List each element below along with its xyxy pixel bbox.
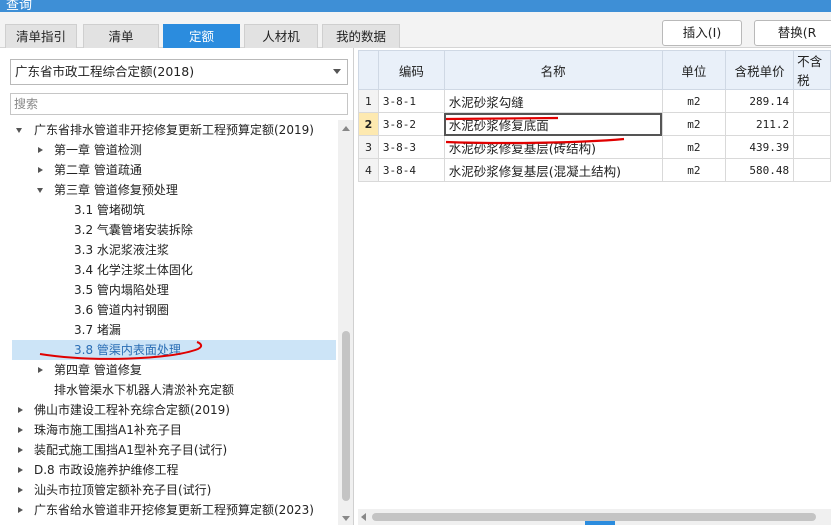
title-bar: 查询	[0, 0, 831, 12]
table-row[interactable]: 4 3-8-4 水泥砂浆修复基层(混凝土结构) m2 580.48	[358, 158, 831, 182]
cell-price-excl[interactable]	[793, 89, 831, 113]
tree-node[interactable]: 第三章 管道修复预处理	[14, 180, 336, 200]
row-index: 3	[358, 135, 379, 159]
tree-node[interactable]: 3.1 管堵砌筑	[14, 200, 336, 220]
cell-price[interactable]: 580.48	[725, 158, 795, 182]
scrollbar-thumb[interactable]	[342, 331, 350, 501]
tree-node[interactable]: 3.2 气囊管堵安装拆除	[14, 220, 336, 240]
quota-library-select[interactable]: 广东省市政工程综合定额(2018)	[10, 59, 348, 85]
scroll-up-icon[interactable]	[342, 126, 350, 131]
cell-name[interactable]: 水泥砂浆勾缝	[443, 89, 663, 113]
col-header-price-excl-tax[interactable]: 不含税	[793, 50, 831, 90]
tree-node[interactable]: 排水管渠水下机器人清淤补充定额	[14, 380, 336, 400]
tree-node[interactable]: 第二章 管道疏通	[14, 160, 336, 180]
tab-list-guide[interactable]: 清单指引	[5, 24, 77, 48]
scroll-left-icon[interactable]	[361, 513, 366, 521]
table-row[interactable]: 1 3-8-1 水泥砂浆勾缝 m2 289.14	[358, 89, 831, 113]
cell-name-current[interactable]: 水泥砂浆修复底面	[443, 112, 663, 136]
tree-node[interactable]: 广东省给水管道非开挖修复更新工程预算定额(2023)	[14, 500, 336, 520]
scroll-down-icon[interactable]	[342, 516, 350, 521]
tree-node[interactable]: 装配式施工围挡A1型补充子目(试行)	[14, 440, 336, 460]
col-header-name[interactable]: 名称	[443, 50, 663, 90]
cell-name[interactable]: 水泥砂浆修复基层(砖结构)	[443, 135, 663, 159]
tree-node[interactable]: 汕头市拉顶管定额补充子目(试行)	[14, 480, 336, 500]
tree-node[interactable]: 3.4 化学注浆土体固化	[14, 260, 336, 280]
quota-tree-panel: 广东省市政工程综合定额(2018) 广东省排水管道非开挖修复更新工程预算定额(2…	[0, 48, 354, 525]
col-header-price-incl-tax[interactable]: 含税单价	[725, 50, 795, 90]
search-input[interactable]	[10, 93, 348, 115]
row-index: 4	[358, 158, 379, 182]
cell-name[interactable]: 水泥砂浆修复基层(混凝土结构)	[443, 158, 663, 182]
expand-icon[interactable]	[18, 467, 23, 473]
tree-node[interactable]: D.8 市政设施养护维修工程	[14, 460, 336, 480]
tab-quota[interactable]: 定额	[163, 24, 240, 48]
row-index: 2	[358, 112, 379, 136]
tab-my-data[interactable]: 我的数据	[322, 24, 400, 48]
tree-vertical-scrollbar[interactable]	[338, 120, 353, 525]
tree-node[interactable]: 3.5 管内塌陷处理	[14, 280, 336, 300]
insert-button[interactable]: 插入(I)	[662, 20, 742, 46]
tab-list[interactable]: 清单	[83, 24, 159, 48]
tree-node[interactable]: 第四章 管道修复	[14, 360, 336, 380]
cell-price[interactable]: 211.2	[725, 112, 795, 136]
table-row[interactable]: 3 3-8-3 水泥砂浆修复基层(砖结构) m2 439.39	[358, 135, 831, 159]
quota-tree: 广东省排水管道非开挖修复更新工程预算定额(2019) 第一章 管道检测 第二章 …	[0, 120, 338, 525]
cell-unit[interactable]: m2	[661, 135, 727, 159]
cell-unit[interactable]: m2	[661, 158, 727, 182]
cell-code[interactable]: 3-8-2	[377, 112, 445, 136]
table-row[interactable]: 2 3-8-2 水泥砂浆修复底面 m2 211.2	[358, 112, 831, 136]
grid-header-row: 编码 名称 单位 含税单价 不含税	[358, 50, 831, 90]
chevron-down-icon[interactable]	[333, 69, 341, 74]
splitter-handle[interactable]	[585, 521, 615, 525]
expand-icon[interactable]	[38, 167, 43, 173]
expand-icon[interactable]	[38, 367, 43, 373]
tree-node[interactable]: 广东省排水管道非开挖修复更新工程预算定额(2019)	[14, 120, 336, 140]
tree-node[interactable]: 3.6 管道内衬钢圈	[14, 300, 336, 320]
tab-bar: 清单指引 清单 定额 人材机 我的数据 插入(I) 替换(R	[0, 12, 831, 48]
cell-price[interactable]: 439.39	[725, 135, 795, 159]
collapse-icon[interactable]	[37, 188, 43, 193]
cell-price[interactable]: 289.14	[725, 89, 795, 113]
cell-code[interactable]: 3-8-3	[377, 135, 445, 159]
expand-icon[interactable]	[18, 447, 23, 453]
tree-node[interactable]: 第一章 管道检测	[14, 140, 336, 160]
tree-node[interactable]: 珠海市施工围挡A1补充子目	[14, 420, 336, 440]
expand-icon[interactable]	[18, 407, 23, 413]
tree-node[interactable]: 佛山市建设工程补充综合定额(2019)	[14, 400, 336, 420]
cell-price-excl[interactable]	[793, 135, 831, 159]
window-title: 查询	[6, 0, 33, 12]
expand-icon[interactable]	[18, 507, 23, 513]
quota-library-value: 广东省市政工程综合定额(2018)	[15, 64, 195, 79]
scrollbar-thumb[interactable]	[372, 513, 816, 521]
cell-unit[interactable]: m2	[661, 89, 727, 113]
cell-price-excl[interactable]	[793, 112, 831, 136]
tab-labor-material-machine[interactable]: 人材机	[244, 24, 318, 48]
replace-button[interactable]: 替换(R	[754, 20, 831, 46]
expand-icon[interactable]	[38, 147, 43, 153]
row-index: 1	[358, 89, 379, 113]
collapse-icon[interactable]	[16, 128, 22, 133]
cell-code[interactable]: 3-8-4	[377, 158, 445, 182]
col-header-unit[interactable]: 单位	[661, 50, 727, 90]
col-header-code[interactable]: 编码	[377, 50, 445, 90]
expand-icon[interactable]	[18, 427, 23, 433]
tree-node[interactable]: 3.7 堵漏	[14, 320, 336, 340]
tree-node[interactable]: 3.3 水泥浆液注浆	[14, 240, 336, 260]
expand-icon[interactable]	[18, 487, 23, 493]
tree-node-selected[interactable]: 3.8 管渠内表面处理	[12, 340, 336, 360]
cell-unit[interactable]: m2	[661, 112, 727, 136]
cell-price-excl[interactable]	[793, 158, 831, 182]
col-header-index	[358, 50, 379, 90]
cell-code[interactable]: 3-8-1	[377, 89, 445, 113]
quota-grid: 编码 名称 单位 含税单价 不含税 1 3-8-1 水泥砂浆勾缝 m2 289.…	[358, 50, 831, 525]
